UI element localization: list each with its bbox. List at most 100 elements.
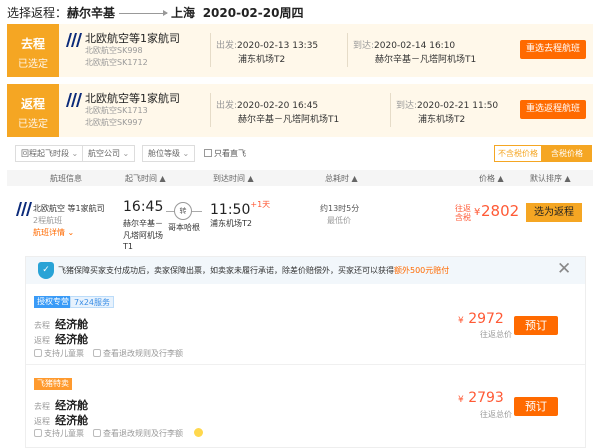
cabin-class: 经济舱 [55,333,89,346]
dep-label: 出发: [216,41,238,51]
dep-time: 16:45 [123,199,164,215]
selected-outbound-card: 去程 已选定 北欧航空等1家航司 北欧航空SK998 北欧航空SK1712 出发… [7,24,593,77]
arr-time: 2020-02-14 16:10 [374,41,456,51]
airline-logo-icon [16,202,32,216]
tax-incl-label: 含税 [455,213,471,222]
divider [26,364,585,365]
flight-number: 北欧航空SK998 [85,46,143,55]
page: 选择返程：赫尔辛基 上海 2020-02-20周四 去程 已选定 北欧航空等1家航… [0,0,600,448]
dep-airport: 浦东机场T2 [238,55,286,65]
divider [210,33,211,67]
filter-departure-time[interactable]: 回程起飞时段 [15,145,85,162]
reselect-return-button[interactable]: 重选返程航班 [520,100,586,119]
flash-sale-badge: 飞猪特卖 [34,378,72,390]
filter-cabin-class[interactable]: 舱位等级 [142,145,196,162]
col-default-sort[interactable]: 默认排序 ▲ [530,173,571,184]
offer-price: ¥ 2793 [458,390,504,406]
refund-rules-link[interactable]: 查看退改规则及行李额 [93,428,183,439]
direct-only-label: 只看直飞 [214,149,246,158]
divider [390,93,391,127]
select-return-button[interactable]: 选为返程 [526,203,582,222]
flight-details-link[interactable]: 航班详情 ⌄ [33,227,74,238]
offer-price: ¥ 2972 [458,311,504,327]
currency-symbol: ¥ [458,395,464,405]
dep-airport: 凡塔阿机场 [123,231,163,240]
transfer-icon: 转 [174,202,192,220]
col-duration[interactable]: 总耗时 ▲ [325,173,358,184]
selected-return-card: 返程 已选定 北欧航空等1家航司 北欧航空SK1713 北欧航空SK997 出发… [7,84,593,137]
price-value: 2793 [468,390,504,406]
arr-airport: 浦东机场T2 [418,115,466,125]
reselect-outbound-button[interactable]: 重选去程航班 [520,40,586,59]
arr-time: 2020-02-21 11:50 [417,101,499,111]
note-text: 查看退改规则及行李额 [103,429,183,438]
tag-status: 已选定 [18,119,48,130]
child-ticket-note: 支持儿童票 [34,348,84,359]
tag-label: 去程 [20,37,45,51]
direct-only-checkbox[interactable]: 只看直飞 [204,148,246,159]
flight-price: 2802 [481,202,520,220]
return-tag: 返程 已选定 [7,84,59,137]
flight-number: 北欧航空SK1713 [85,106,148,115]
duration: 约13时5分 [320,204,360,213]
divider [210,93,211,127]
price-excl-tax-toggle[interactable]: 不含税价格 [494,145,542,162]
roundtrip-total-label: 往返总价 [480,330,512,339]
dep-airport: 赫尔辛基－凡塔阿机场T1 [238,115,340,125]
airline-logo-icon [66,33,82,47]
child-ticket-note: 支持儿童票 [34,428,84,439]
notice-text: 飞猪保障买家支付成功后，卖家保障出票，如卖家未履行承诺，除差价赔偿外，买家还可以… [58,265,449,276]
child-icon [34,429,42,437]
title-prefix: 选择返程： [7,6,68,20]
title-from: 赫尔辛基 [67,6,116,20]
dep-label: 出发: [216,101,238,111]
flight-number: 北欧航空SK997 [85,118,143,127]
service-badge: 7x24服务 [70,296,115,308]
flight-number: 北欧航空SK1712 [85,58,148,67]
authorized-badge: 授权专营 [34,296,72,308]
col-dep-time[interactable]: 起飞时间 ▲ [125,173,166,184]
notice-highlight: 额外500元赔付 [394,266,450,275]
note-text: 查看退改规则及行李额 [103,349,183,358]
leg-label: 返程 [34,417,50,426]
airline-name: 北欧航空 等1家航司 [33,204,105,213]
offer-leg: 返程 经济舱 [34,328,88,347]
arr-time-group: 11:50+1天 [210,199,270,218]
divider [347,33,348,67]
flight-segments: 2程航班 [33,216,63,225]
coin-icon [194,428,203,437]
leg-label: 返程 [34,336,50,345]
book-button[interactable]: 预订 [514,397,558,416]
shield-icon: ✓ [38,262,54,279]
col-flight-info: 航班信息 [50,174,82,183]
roundtrip-total-label: 往返总价 [480,410,512,419]
airline-name: 北欧航空等1家航司 [85,32,180,45]
close-icon[interactable]: ✕ [557,259,571,279]
price-incl-tax-toggle[interactable]: 含税价格 [542,145,592,162]
document-icon [93,349,101,357]
col-arr-time[interactable]: 到达时间 ▲ [213,173,254,184]
tag-label: 返程 [20,97,45,111]
lowest-price-note: 最低价 [327,216,351,225]
outbound-tag: 去程 已选定 [7,24,59,77]
title-date: 2020-02-20周四 [202,6,304,20]
tag-status: 已选定 [18,59,48,70]
col-price[interactable]: 价格 ▲ [479,173,504,184]
next-day-badge: +1天 [250,200,271,209]
note-text: 支持儿童票 [44,429,84,438]
book-button[interactable]: 预订 [514,316,558,335]
arr-airport: 赫尔辛基－凡塔阿机场T1 [375,55,477,65]
arr-label: 到达: [396,101,418,111]
refund-rules-link[interactable]: 查看退改规则及行李额 [93,348,183,359]
dep-time: 2020-02-13 13:35 [237,41,319,51]
filter-airline[interactable]: 航空公司 [82,145,136,162]
page-title: 选择返程：赫尔辛基 上海 2020-02-20周四 [7,4,303,21]
airline-logo-icon [66,93,82,107]
currency-symbol: ¥ [474,207,481,218]
title-to: 上海 [171,6,196,20]
arrow-right-icon [119,10,169,16]
checkbox-icon [204,149,212,157]
currency-symbol: ¥ [458,316,464,326]
airline-name: 北欧航空等1家航司 [85,92,180,105]
arr-airport: 浦东机场T2 [210,219,252,228]
